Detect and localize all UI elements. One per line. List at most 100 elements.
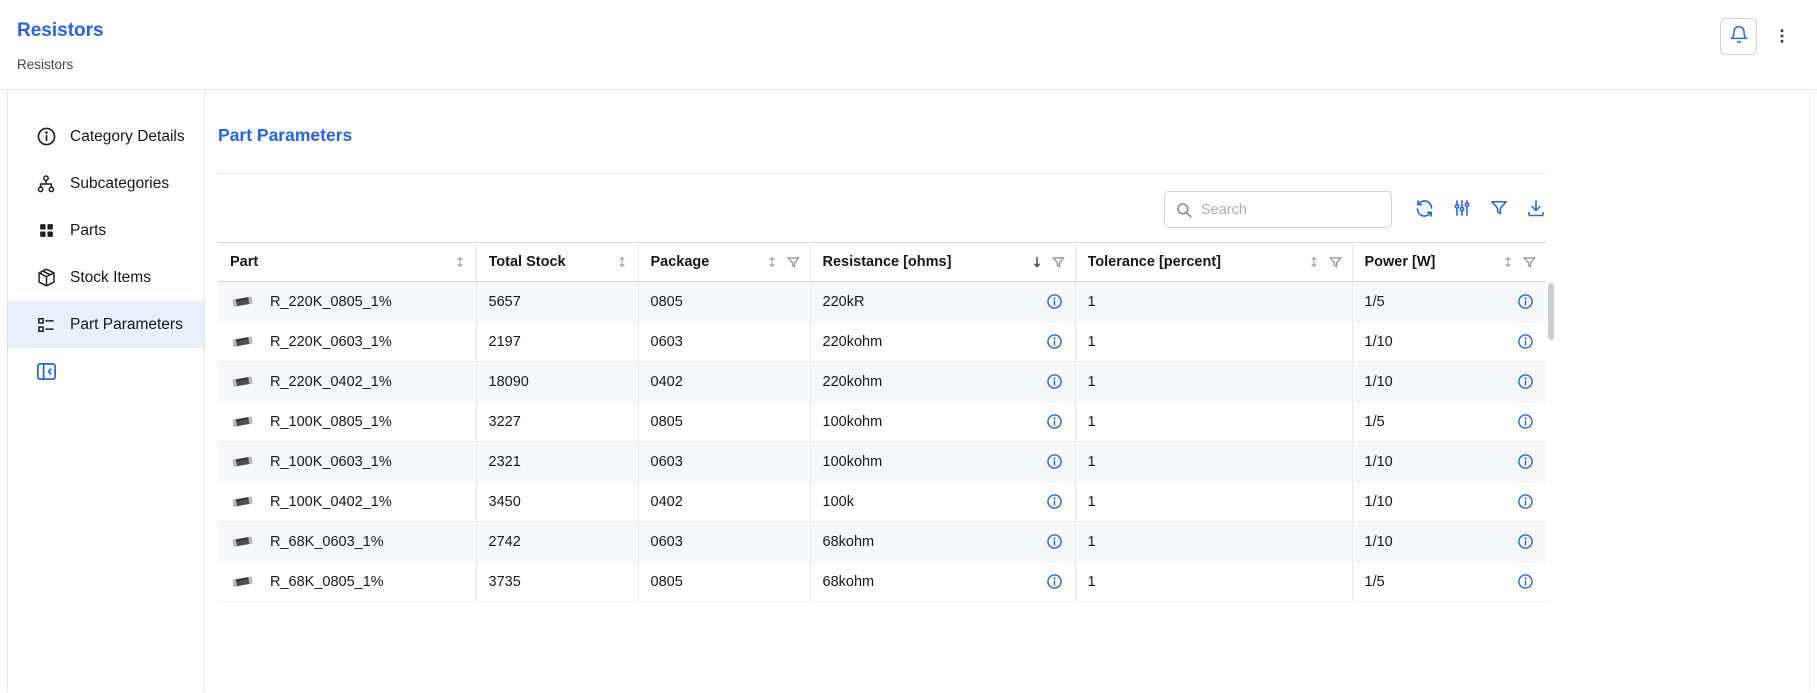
collapse-sidebar-button[interactable] [34, 361, 58, 385]
table-row[interactable]: R_220K_0805_1%56570805220kR11/5 [218, 282, 1546, 322]
part-name: R_100K_0603_1% [270, 454, 392, 470]
search-input[interactable] [1201, 202, 1381, 218]
part-name: R_68K_0603_1% [270, 534, 384, 550]
resistance-value: 220kR [823, 294, 865, 310]
grid-icon [35, 220, 57, 242]
info-icon[interactable] [1046, 333, 1063, 350]
total-stock-value: 18090 [477, 362, 638, 401]
total-stock-value: 2321 [477, 442, 638, 481]
sidebar-item-part-parameters[interactable]: Part Parameters [8, 301, 204, 348]
total-stock-value: 3227 [477, 402, 638, 441]
column-header-package[interactable]: Package [638, 243, 810, 282]
power-value: 1/5 [1365, 294, 1385, 310]
tolerance-value: 1 [1076, 522, 1352, 561]
column-header-resistance[interactable]: Resistance [ohms] [810, 243, 1075, 282]
part-thumbnail-icon [230, 494, 255, 509]
sidebar-item-subcategories[interactable]: Subcategories [8, 160, 204, 207]
section-title: Part Parameters [218, 125, 1809, 146]
info-icon[interactable] [1046, 453, 1063, 470]
sort-icon[interactable] [765, 254, 779, 270]
power-value: 1/5 [1365, 414, 1385, 430]
tolerance-value: 1 [1076, 482, 1352, 521]
sidebar-nav: Category DetailsSubcategoriesParts Stock … [8, 113, 204, 348]
breadcrumb[interactable]: Resistors [17, 57, 104, 72]
sidebar-item-parts[interactable]: Parts [8, 207, 204, 254]
column-filter-icon[interactable] [786, 255, 801, 270]
title-block: Resistors Resistors [17, 14, 104, 72]
info-icon[interactable] [1046, 293, 1063, 310]
table-row[interactable]: R_220K_0402_1%180900402220kohm11/10 [218, 362, 1546, 402]
sort-icon[interactable] [1501, 254, 1515, 270]
main-content: Part Parameters Part Total Stock Package Re… [205, 90, 1809, 692]
total-stock-value: 5657 [477, 282, 638, 321]
bell-icon [1729, 25, 1749, 48]
resistance-value: 220kohm [823, 334, 883, 350]
sidebar-item-stock-items[interactable]: Stock Items [8, 254, 204, 301]
table-row[interactable]: R_100K_0402_1%34500402100k11/10 [218, 482, 1546, 522]
info-icon[interactable] [1046, 413, 1063, 430]
info-icon[interactable] [1517, 293, 1534, 310]
info-icon[interactable] [1517, 413, 1534, 430]
power-value: 1/10 [1365, 334, 1393, 350]
info-icon[interactable] [1517, 373, 1534, 390]
hierarchy-icon [35, 173, 57, 195]
search-box[interactable] [1164, 191, 1392, 228]
column-header-part[interactable]: Part [218, 243, 476, 282]
info-icon[interactable] [1517, 493, 1534, 510]
column-settings-button[interactable] [1452, 199, 1472, 221]
column-header-tolerance[interactable]: Tolerance [percent] [1075, 243, 1352, 282]
info-icon[interactable] [1046, 533, 1063, 550]
part-parameters-table: Part Total Stock Package Resistance [ohms] T… [218, 242, 1546, 602]
part-thumbnail-icon [230, 294, 255, 309]
filter-button[interactable] [1489, 199, 1509, 221]
column-header-power[interactable]: Power [W] [1352, 243, 1546, 282]
sidebar-item-category-details[interactable]: Category Details [8, 113, 204, 160]
column-label: Resistance [ohms] [823, 254, 952, 270]
sort-icon[interactable] [615, 254, 629, 270]
column-header-total-stock[interactable]: Total Stock [476, 243, 638, 282]
power-value: 1/5 [1365, 574, 1385, 590]
part-name: R_220K_0402_1% [270, 374, 392, 390]
more-menu-button[interactable] [1773, 25, 1791, 49]
info-icon[interactable] [1517, 333, 1534, 350]
part-name: R_68K_0805_1% [270, 574, 384, 590]
table-header-row: Part Total Stock Package Resistance [ohms] T… [218, 243, 1546, 282]
info-icon[interactable] [1517, 533, 1534, 550]
sort-icon[interactable] [1307, 254, 1321, 270]
info-icon[interactable] [1046, 373, 1063, 390]
table-row[interactable]: R_220K_0603_1%21970603220kohm11/10 [218, 322, 1546, 362]
part-name: R_220K_0603_1% [270, 334, 392, 350]
package-value: 0805 [639, 402, 810, 441]
download-button[interactable] [1526, 199, 1546, 221]
info-icon[interactable] [1046, 573, 1063, 590]
column-label: Power [W] [1365, 254, 1436, 270]
table-scrollbar[interactable] [1548, 242, 1555, 602]
sort-icon[interactable] [453, 254, 467, 270]
tolerance-value: 1 [1076, 282, 1352, 321]
sidebar-item-label: Stock Items [70, 269, 151, 287]
info-icon[interactable] [1517, 453, 1534, 470]
tolerance-value: 1 [1076, 362, 1352, 401]
package-value: 0603 [639, 322, 810, 361]
table-row[interactable]: R_68K_0805_1%3735080568kohm11/5 [218, 562, 1546, 602]
info-icon[interactable] [1517, 573, 1534, 590]
info-icon[interactable] [1046, 493, 1063, 510]
table-row[interactable]: R_68K_0603_1%2742060368kohm11/10 [218, 522, 1546, 562]
page-title: Resistors [17, 20, 104, 42]
column-label: Total Stock [489, 254, 566, 270]
sort-desc-icon[interactable] [1030, 254, 1044, 270]
top-bar: Resistors Resistors [0, 0, 1817, 90]
table-row[interactable]: R_100K_0805_1%32270805100kohm11/5 [218, 402, 1546, 442]
funnel-icon [1489, 198, 1509, 221]
column-filter-icon[interactable] [1522, 255, 1537, 270]
package-value: 0603 [639, 522, 810, 561]
power-value: 1/10 [1365, 454, 1393, 470]
column-filter-icon[interactable] [1328, 255, 1343, 270]
scrollbar-thumb[interactable] [1548, 283, 1554, 340]
column-filter-icon[interactable] [1051, 255, 1066, 270]
table-row[interactable]: R_100K_0603_1%23210603100kohm11/10 [218, 442, 1546, 482]
notifications-button[interactable] [1720, 18, 1757, 55]
tolerance-value: 1 [1076, 322, 1352, 361]
collapse-sidebar-icon [35, 360, 58, 386]
refresh-button[interactable] [1414, 199, 1435, 221]
